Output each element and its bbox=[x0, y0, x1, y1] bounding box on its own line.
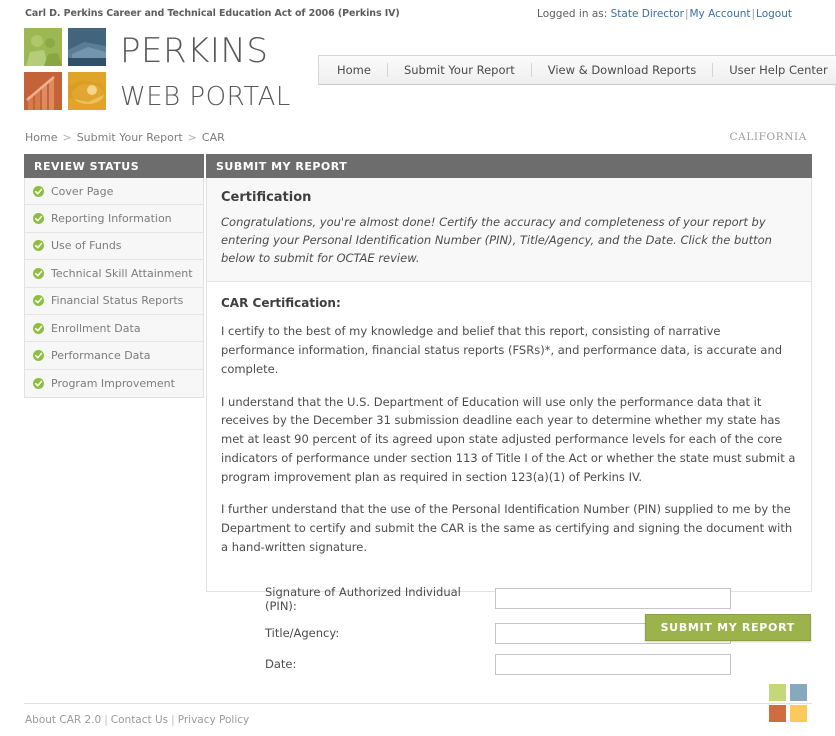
form-row-date: Date: bbox=[265, 653, 797, 675]
page-root: Carl D. Perkins Career and Technical Edu… bbox=[0, 0, 836, 736]
wordmark-perkins: PERKINS bbox=[120, 31, 269, 71]
logo-wordmark: PERKINS WEB PORTAL bbox=[120, 26, 300, 110]
sidebar-item-label: Program Improvement bbox=[51, 376, 175, 390]
sidebar-item-label: Technical Skill Attainment bbox=[51, 266, 193, 280]
footer-divider bbox=[24, 703, 812, 704]
submit-my-report-header-text: SUBMIT MY REPORT bbox=[216, 160, 348, 173]
check-circle-icon bbox=[33, 213, 44, 225]
footer-square-green-icon bbox=[769, 684, 786, 701]
breadcrumb-separator-2: > bbox=[187, 131, 197, 144]
my-account-link[interactable]: My Account bbox=[689, 8, 750, 20]
sidebar-item-label: Cover Page bbox=[51, 184, 114, 198]
certification-panel: Certification Congratulations, you're al… bbox=[206, 178, 812, 675]
logout-link[interactable]: Logout bbox=[756, 8, 792, 20]
footer-link-privacy-policy[interactable]: Privacy Policy bbox=[178, 714, 250, 726]
submit-my-report-button[interactable]: SUBMIT MY REPORT bbox=[644, 614, 811, 641]
sidebar-item-cover-page[interactable]: Cover Page bbox=[25, 178, 203, 206]
sidebar-item-label: Reporting Information bbox=[51, 212, 172, 226]
certification-heading: Certification bbox=[221, 190, 312, 205]
sidebar-item-performance-data[interactable]: Performance Data bbox=[25, 342, 203, 370]
footer-links: About CAR 2.0 | Contact Us | Privacy Policy bbox=[25, 714, 249, 726]
check-circle-icon bbox=[33, 240, 44, 252]
review-status-sidebar: Cover Page Reporting Information Use of … bbox=[24, 178, 204, 399]
check-circle-icon bbox=[33, 267, 44, 279]
footer-link-contact-us[interactable]: Contact Us bbox=[111, 714, 168, 726]
pin-field-label: Signature of Authorized Individual (PIN)… bbox=[265, 584, 461, 613]
sidebar-item-label: Use of Funds bbox=[51, 239, 122, 253]
sidebar-item-label: Financial Status Reports bbox=[51, 294, 184, 308]
user-role-link[interactable]: State Director bbox=[611, 8, 684, 20]
footer-separator-2: | bbox=[171, 714, 175, 726]
breadcrumb-item-home[interactable]: Home bbox=[25, 131, 57, 144]
date-input[interactable] bbox=[495, 653, 731, 675]
check-circle-icon bbox=[33, 295, 44, 307]
nav-item-user-help-center[interactable]: User Help Center bbox=[713, 56, 836, 84]
sidebar-item-reporting-information[interactable]: Reporting Information bbox=[25, 205, 203, 233]
sidebar-item-label: Enrollment Data bbox=[51, 321, 141, 335]
certification-paragraph-3: I further understand that the use of the… bbox=[221, 502, 793, 554]
certification-paragraph-2: I understand that the U.S. Department of… bbox=[221, 394, 796, 484]
site-logo[interactable]: PERKINS WEB PORTAL bbox=[24, 28, 294, 112]
photo-tile-hands-icon bbox=[68, 28, 106, 66]
logo-photo-tiles bbox=[24, 28, 108, 112]
certification-intro-text: Congratulations, you're almost done! Cer… bbox=[221, 215, 772, 266]
submit-my-report-header: SUBMIT MY REPORT bbox=[206, 154, 812, 178]
check-circle-icon bbox=[33, 377, 44, 389]
footer-square-yellow-icon bbox=[790, 705, 807, 722]
sidebar-item-financial-status-reports[interactable]: Financial Status Reports bbox=[25, 288, 203, 315]
act-title: Carl D. Perkins Career and Technical Edu… bbox=[25, 8, 400, 19]
footer-link-about[interactable]: About CAR 2.0 bbox=[25, 714, 101, 726]
form-row-pin: Signature of Authorized Individual (PIN)… bbox=[265, 585, 797, 613]
wordmark-web-portal: WEB PORTAL bbox=[120, 82, 291, 112]
sidebar-item-technical-skill-attainment[interactable]: Technical Skill Attainment bbox=[25, 260, 203, 288]
login-status-bar: Logged in as: State Director|My Account|… bbox=[537, 8, 792, 20]
logged-in-label: Logged in as: bbox=[537, 8, 608, 20]
footer-square-blue-icon bbox=[790, 684, 807, 701]
title-agency-field-label: Title/Agency: bbox=[265, 626, 340, 641]
photo-tile-students-icon bbox=[24, 28, 62, 66]
footer-square-orange-icon bbox=[769, 705, 786, 722]
date-field-label: Date: bbox=[265, 657, 297, 672]
footer-separator-1: | bbox=[104, 714, 108, 726]
breadcrumb-item-car[interactable]: CAR bbox=[202, 131, 225, 144]
state-label: CALIFORNIA bbox=[729, 131, 807, 143]
certification-intro: Certification Congratulations, you're al… bbox=[207, 178, 811, 283]
top-bar: Carl D. Perkins Career and Technical Edu… bbox=[0, 0, 820, 24]
check-circle-icon bbox=[33, 322, 44, 334]
certification-paragraph-1: I certify to the best of my knowledge an… bbox=[221, 324, 783, 376]
photo-tile-workshop-icon bbox=[68, 72, 106, 110]
main-navigation: Home Submit Your Report View & Download … bbox=[318, 55, 836, 85]
check-circle-icon bbox=[33, 185, 44, 197]
breadcrumb-separator-1: > bbox=[62, 131, 72, 144]
review-status-header-text: REVIEW STATUS bbox=[34, 160, 140, 173]
pin-input[interactable] bbox=[495, 588, 731, 610]
nav-item-home[interactable]: Home bbox=[321, 56, 387, 84]
sidebar-item-label: Performance Data bbox=[51, 349, 151, 363]
sidebar-item-enrollment-data[interactable]: Enrollment Data bbox=[25, 315, 203, 343]
sidebar-item-use-of-funds[interactable]: Use of Funds bbox=[25, 233, 203, 261]
review-status-header: REVIEW STATUS bbox=[24, 154, 204, 178]
photo-tile-chart-icon bbox=[24, 72, 62, 110]
check-circle-icon bbox=[33, 350, 44, 362]
car-certification-heading: CAR Certification: bbox=[221, 296, 341, 311]
nav-item-view-download-reports[interactable]: View & Download Reports bbox=[532, 56, 713, 84]
breadcrumb: Home > Submit Your Report > CAR bbox=[25, 131, 225, 144]
nav-item-submit-your-report[interactable]: Submit Your Report bbox=[388, 56, 531, 84]
breadcrumb-item-submit-your-report[interactable]: Submit Your Report bbox=[77, 131, 183, 144]
sidebar-item-program-improvement[interactable]: Program Improvement bbox=[25, 370, 203, 397]
